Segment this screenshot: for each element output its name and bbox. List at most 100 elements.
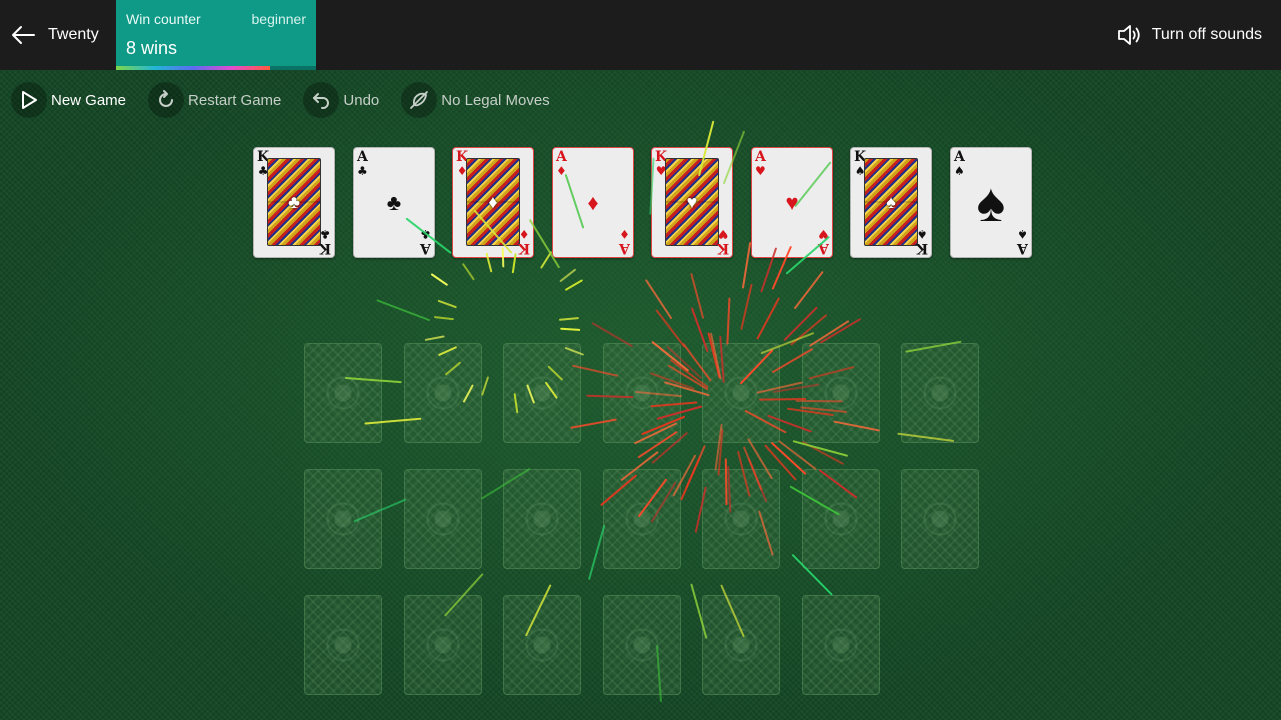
foundation-card[interactable]: K ♦ ♦ K ♦ bbox=[452, 147, 534, 258]
foundation-card[interactable]: A ♠ ♠ A ♠ bbox=[950, 147, 1032, 258]
firework-spark bbox=[740, 283, 753, 330]
no-moves-icon bbox=[401, 82, 438, 118]
firework-spark bbox=[376, 299, 430, 321]
game-table: K ♣ ♣ K ♣ A ♣ ♣ A ♣ K ♦ ♦ K ♦ A ♦ ♦ A ♦ K ♥ ♥ K ♥ A ♥ ♥ A ♥ K ♠ ♠ K ♠ A ♠ ♠ A ♠… bbox=[0, 70, 1281, 720]
card-back-placeholder bbox=[404, 469, 482, 569]
firework-spark bbox=[434, 316, 454, 321]
card-back-placeholder bbox=[901, 469, 979, 569]
firework-spark bbox=[540, 251, 552, 269]
card-back-placeholder bbox=[802, 469, 880, 569]
firework-spark bbox=[565, 279, 583, 291]
card-rank: K bbox=[318, 240, 331, 256]
firework-spark bbox=[559, 317, 579, 321]
firework-spark bbox=[802, 441, 844, 465]
card-back-placeholder bbox=[503, 469, 581, 569]
firework-spark bbox=[778, 440, 817, 470]
card-back-placeholder bbox=[802, 343, 880, 443]
foundation-card[interactable]: A ♦ ♦ A ♦ bbox=[552, 147, 634, 258]
top-bar: Twenty Win counter beginner 8 wins Turn … bbox=[0, 0, 1281, 70]
card-suit: ♣ bbox=[319, 227, 331, 241]
restart-game-button[interactable]: Restart Game bbox=[148, 82, 281, 118]
card-suit: ♠ bbox=[1017, 227, 1028, 241]
card-back-placeholder bbox=[603, 469, 681, 569]
foundation-card[interactable]: K ♣ ♣ K ♣ bbox=[253, 147, 335, 258]
firework-spark bbox=[809, 320, 850, 347]
firework-spark bbox=[794, 271, 824, 309]
card-suit: ♣ bbox=[420, 227, 431, 241]
new-game-button[interactable]: New Game bbox=[11, 82, 126, 118]
card-back-placeholder bbox=[503, 343, 581, 443]
foundation-card[interactable]: K ♠ ♠ K ♠ bbox=[850, 147, 932, 258]
firework-spark bbox=[726, 297, 731, 345]
firework-spark bbox=[481, 376, 489, 396]
card-corner-index: A ♣ bbox=[420, 227, 431, 256]
firework-spark bbox=[820, 318, 861, 344]
firework-spark bbox=[645, 279, 672, 319]
king-face-artwork: ♥ bbox=[665, 158, 719, 246]
card-back-placeholder bbox=[702, 343, 780, 443]
card-suit: ♥ bbox=[818, 227, 829, 241]
card-rank: A bbox=[1017, 240, 1028, 256]
firework-spark bbox=[792, 440, 848, 457]
card-back-placeholder bbox=[304, 469, 382, 569]
firework-spark bbox=[437, 299, 457, 309]
card-rank: K bbox=[915, 240, 928, 256]
game-toolbar: New Game Restart Game Undo No Legal Move… bbox=[11, 82, 572, 118]
undo-label: Undo bbox=[343, 91, 380, 109]
win-counter-title: Win counter bbox=[126, 11, 201, 27]
card-corner-index: K ♣ bbox=[318, 227, 331, 256]
firework-spark bbox=[680, 456, 701, 501]
card-corner-index: K ♥ bbox=[716, 227, 729, 256]
card-rank: A bbox=[818, 240, 829, 256]
game-title: Twenty bbox=[48, 26, 99, 43]
firework-spark bbox=[742, 242, 752, 289]
back-button[interactable]: Twenty bbox=[10, 22, 99, 48]
card-back-placeholder bbox=[901, 343, 979, 443]
card-rank: A bbox=[420, 240, 431, 256]
card-corner-index: A ♦ bbox=[619, 227, 630, 256]
card-back-placeholder bbox=[503, 595, 581, 695]
card-back-placeholder bbox=[802, 595, 880, 695]
firework-spark bbox=[588, 524, 606, 580]
restart-icon bbox=[148, 82, 185, 118]
foundation-card[interactable]: A ♣ ♣ A ♣ bbox=[353, 147, 435, 258]
speaker-icon bbox=[1117, 25, 1140, 45]
undo-icon bbox=[303, 82, 340, 118]
foundation-card[interactable]: A ♥ ♥ A ♥ bbox=[751, 147, 833, 258]
win-count: 8 wins bbox=[126, 38, 178, 58]
sound-label: Turn off sounds bbox=[1151, 26, 1262, 43]
card-suit: ♦ bbox=[518, 227, 530, 241]
firework-spark bbox=[462, 263, 475, 281]
card-suit: ♥ bbox=[717, 227, 729, 241]
card-corner-index: K ♠ bbox=[915, 227, 928, 256]
firework-spark bbox=[424, 335, 445, 341]
card-corner-index: A ♥ bbox=[818, 227, 829, 256]
card-rank: K bbox=[517, 240, 530, 256]
king-face-artwork: ♦ bbox=[466, 158, 520, 246]
firework-spark bbox=[559, 268, 576, 282]
card-back-placeholder bbox=[603, 343, 681, 443]
card-back-placeholder bbox=[404, 343, 482, 443]
firework-spark bbox=[655, 309, 685, 348]
foundation-card[interactable]: K ♥ ♥ K ♥ bbox=[651, 147, 733, 258]
card-back-placeholder bbox=[304, 343, 382, 443]
firework-spark bbox=[756, 297, 780, 340]
firework-spark bbox=[431, 273, 448, 286]
difficulty-label: beginner bbox=[251, 11, 307, 27]
no-legal-moves-button[interactable]: No Legal Moves bbox=[401, 82, 550, 118]
card-back-placeholder bbox=[702, 469, 780, 569]
firework-spark bbox=[790, 314, 827, 346]
undo-button[interactable]: Undo bbox=[303, 82, 379, 118]
card-back-placeholder bbox=[304, 595, 382, 695]
firework-spark bbox=[690, 273, 704, 319]
toggle-sound-button[interactable]: Turn off sounds bbox=[1116, 22, 1262, 48]
card-back-placeholder bbox=[404, 595, 482, 695]
card-corner-index: A ♠ bbox=[1017, 227, 1028, 256]
new-game-label: New Game bbox=[51, 91, 127, 109]
arrow-left-icon bbox=[12, 26, 35, 44]
restart-game-label: Restart Game bbox=[188, 91, 282, 109]
card-suit: ♦ bbox=[619, 227, 630, 241]
no-legal-moves-label: No Legal Moves bbox=[441, 91, 550, 109]
card-corner-index: K ♦ bbox=[517, 227, 530, 256]
card-rank: K bbox=[716, 240, 729, 256]
